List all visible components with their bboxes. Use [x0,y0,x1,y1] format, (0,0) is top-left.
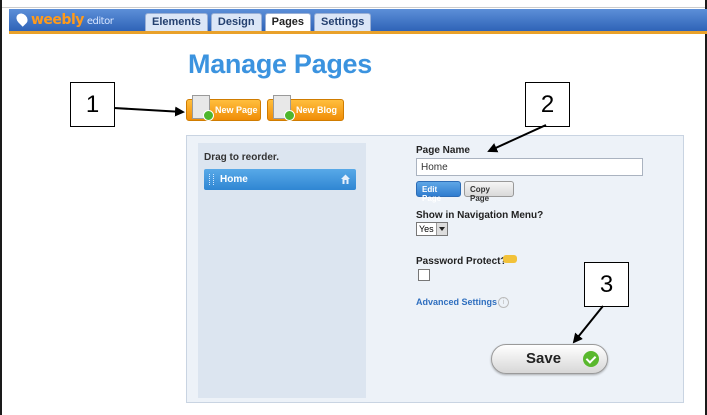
annotation-arrows [113,106,604,344]
arrow-2 [487,124,547,153]
arrow-3 [572,305,604,344]
arrow-1 [113,106,185,117]
